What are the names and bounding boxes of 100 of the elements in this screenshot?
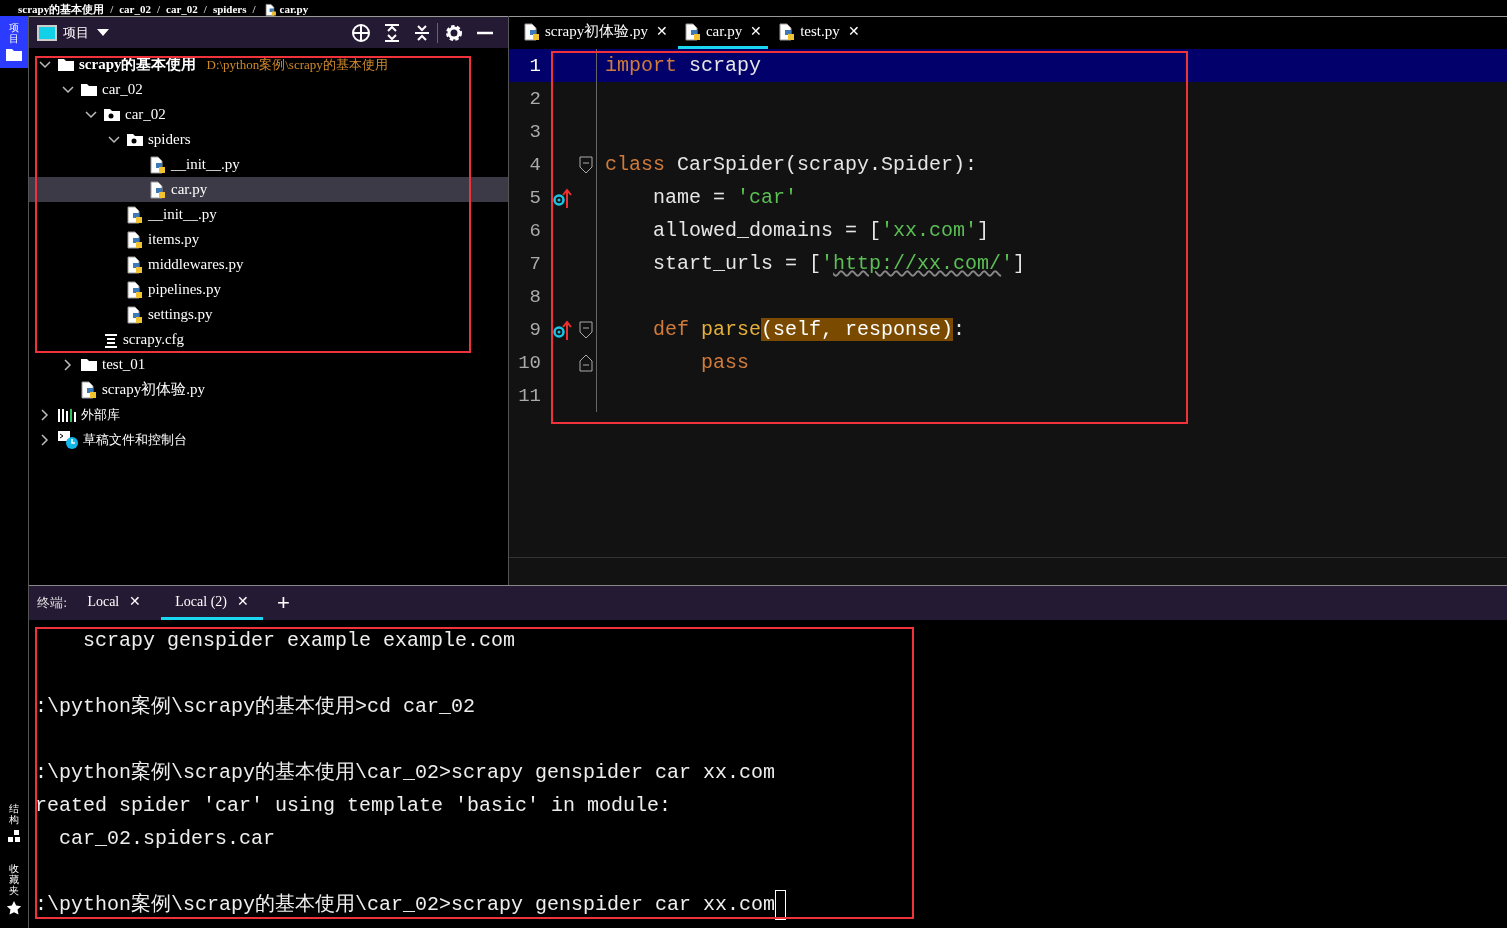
terminal-line: car_02.spiders.car	[58, 826, 277, 852]
line-number: 5	[528, 186, 542, 209]
terminal-line: reated spider 'car' using template 'basic' in module:	[35, 793, 673, 819]
breadcrumb-item[interactable]: scrapy的基本使用	[18, 2, 105, 15]
file-name: car_02	[102, 81, 143, 98]
fold-icon[interactable]	[578, 353, 593, 372]
code-text: pass	[700, 351, 750, 374]
line-number: 8	[528, 285, 542, 308]
line-number: 4	[528, 153, 542, 176]
code-text: name = 'car'	[652, 186, 798, 209]
close-icon[interactable]: ✕	[847, 23, 860, 40]
editor-tab[interactable]: test.py ✕	[772, 17, 866, 49]
file-name: middlewares.py	[148, 256, 244, 273]
editor-tab[interactable]: scrapy初体验.py ✕	[517, 17, 674, 49]
folder-icon	[80, 357, 98, 372]
tree-item[interactable]: 外部库	[29, 402, 508, 427]
folder-icon	[57, 57, 75, 72]
panel-title[interactable]: 项目	[63, 23, 89, 42]
side-tool-button[interactable]: 收藏夹	[0, 857, 28, 922]
line-number: 11	[517, 384, 542, 407]
file-name: scrapy.cfg	[123, 331, 185, 348]
breadcrumb-separator: /	[252, 2, 256, 15]
scratch-icon	[57, 429, 79, 450]
fold-icon[interactable]	[578, 155, 593, 174]
file-name: 草稿文件和控制台	[83, 430, 187, 449]
python-file-icon	[126, 279, 144, 300]
tree-item[interactable]: settings.py	[29, 302, 508, 327]
override-marker-icon[interactable]	[553, 186, 573, 209]
structure-icon	[7, 829, 21, 843]
library-icon	[57, 406, 77, 423]
python-file-icon	[126, 229, 144, 250]
close-icon[interactable]: ✕	[236, 593, 249, 610]
python-file-icon	[149, 179, 167, 200]
tree-item[interactable]: test_01	[29, 352, 508, 377]
python-file-icon	[126, 254, 144, 275]
python-file-icon	[80, 379, 98, 400]
python-file-icon	[126, 304, 144, 325]
python-file-icon	[683, 21, 702, 42]
terminal-tab[interactable]: Local ✕	[73, 586, 156, 620]
line-number: 1	[528, 54, 542, 77]
tree-item[interactable]: car.py	[29, 177, 508, 202]
terminal-label: 终端:	[37, 594, 68, 613]
tree-item[interactable]: spiders	[29, 127, 508, 152]
line-number: 2	[528, 87, 542, 110]
python-file-icon	[149, 154, 167, 175]
close-icon[interactable]: ✕	[129, 593, 142, 610]
star-icon	[6, 900, 22, 916]
breadcrumb-separator: /	[157, 2, 161, 15]
file-name: car.py	[171, 181, 208, 198]
tree-item[interactable]: car_02	[29, 102, 508, 127]
python-file-icon	[778, 21, 797, 42]
line-number: 10	[517, 351, 542, 374]
file-name: car_02	[125, 106, 166, 123]
terminal-line: :\python案例\scrapy的基本使用\car_02>scrapy genspider car xx.com	[35, 888, 1507, 921]
tree-item[interactable]: pipelines.py	[29, 277, 508, 302]
file-name: settings.py	[148, 306, 213, 323]
tree-item[interactable]: middlewares.py	[29, 252, 508, 277]
folder-path: D:\python案例\scrapy的基本使用	[206, 55, 388, 74]
breadcrumb-separator: /	[203, 2, 207, 15]
tree-item[interactable]: items.py	[29, 227, 508, 252]
line-number: 3	[528, 120, 542, 143]
breadcrumb-item[interactable]: spiders	[212, 2, 247, 15]
terminal-tab[interactable]: Local (2) ✕	[161, 586, 263, 620]
line-number: 9	[528, 318, 542, 341]
code-text: import scrapy	[604, 54, 762, 77]
side-tool-button[interactable]: 项目	[0, 16, 28, 68]
file-name: items.py	[148, 231, 200, 248]
terminal-line: :\python案例\scrapy的基本使用>cd car_02	[35, 694, 477, 720]
tree-item[interactable]: scrapy初体验.py	[29, 377, 508, 402]
file-name: pipelines.py	[148, 281, 221, 298]
file-name: __init__.py	[171, 156, 240, 173]
line-number: 6	[528, 219, 542, 242]
tree-item[interactable]: 草稿文件和控制台	[29, 427, 508, 452]
tree-item[interactable]: scrapy.cfg	[29, 327, 508, 352]
breadcrumb-item[interactable]: car.py	[279, 2, 309, 15]
line-number: 7	[528, 252, 542, 275]
package-folder-icon	[126, 132, 144, 147]
file-name: 外部库	[81, 405, 120, 424]
python-file-icon	[523, 21, 541, 42]
code-text: allowed_domains = ['xx.com']	[652, 219, 990, 242]
file-name: test_01	[102, 356, 146, 373]
terminal-line: :\python案例\scrapy的基本使用\car_02>scrapy genspider car xx.com	[35, 760, 777, 786]
breadcrumb-separator: /	[110, 2, 114, 15]
code-text: start_urls = ['http://xx.com/']	[652, 252, 1026, 275]
fold-icon[interactable]	[578, 320, 593, 339]
override-marker-icon[interactable]	[553, 318, 573, 341]
close-icon[interactable]: ✕	[655, 23, 668, 40]
package-folder-icon	[103, 107, 121, 122]
file-name: scrapy初体验.py	[102, 380, 205, 399]
terminal-line: scrapy genspider example example.com	[82, 628, 517, 654]
tree-item[interactable]: car_02	[29, 77, 508, 102]
side-tool-button[interactable]: 结构	[0, 797, 28, 849]
tree-item[interactable]: __init__.py	[29, 202, 508, 227]
breadcrumb-item[interactable]: car_02	[166, 2, 198, 15]
tree-item[interactable]: __init__.py	[29, 152, 508, 177]
add-tab-button[interactable]: +	[268, 586, 298, 620]
breadcrumb-item[interactable]: car_02	[119, 2, 151, 15]
python-file-icon	[126, 204, 144, 225]
file-name: __init__.py	[148, 206, 217, 223]
close-icon[interactable]: ✕	[750, 23, 763, 40]
